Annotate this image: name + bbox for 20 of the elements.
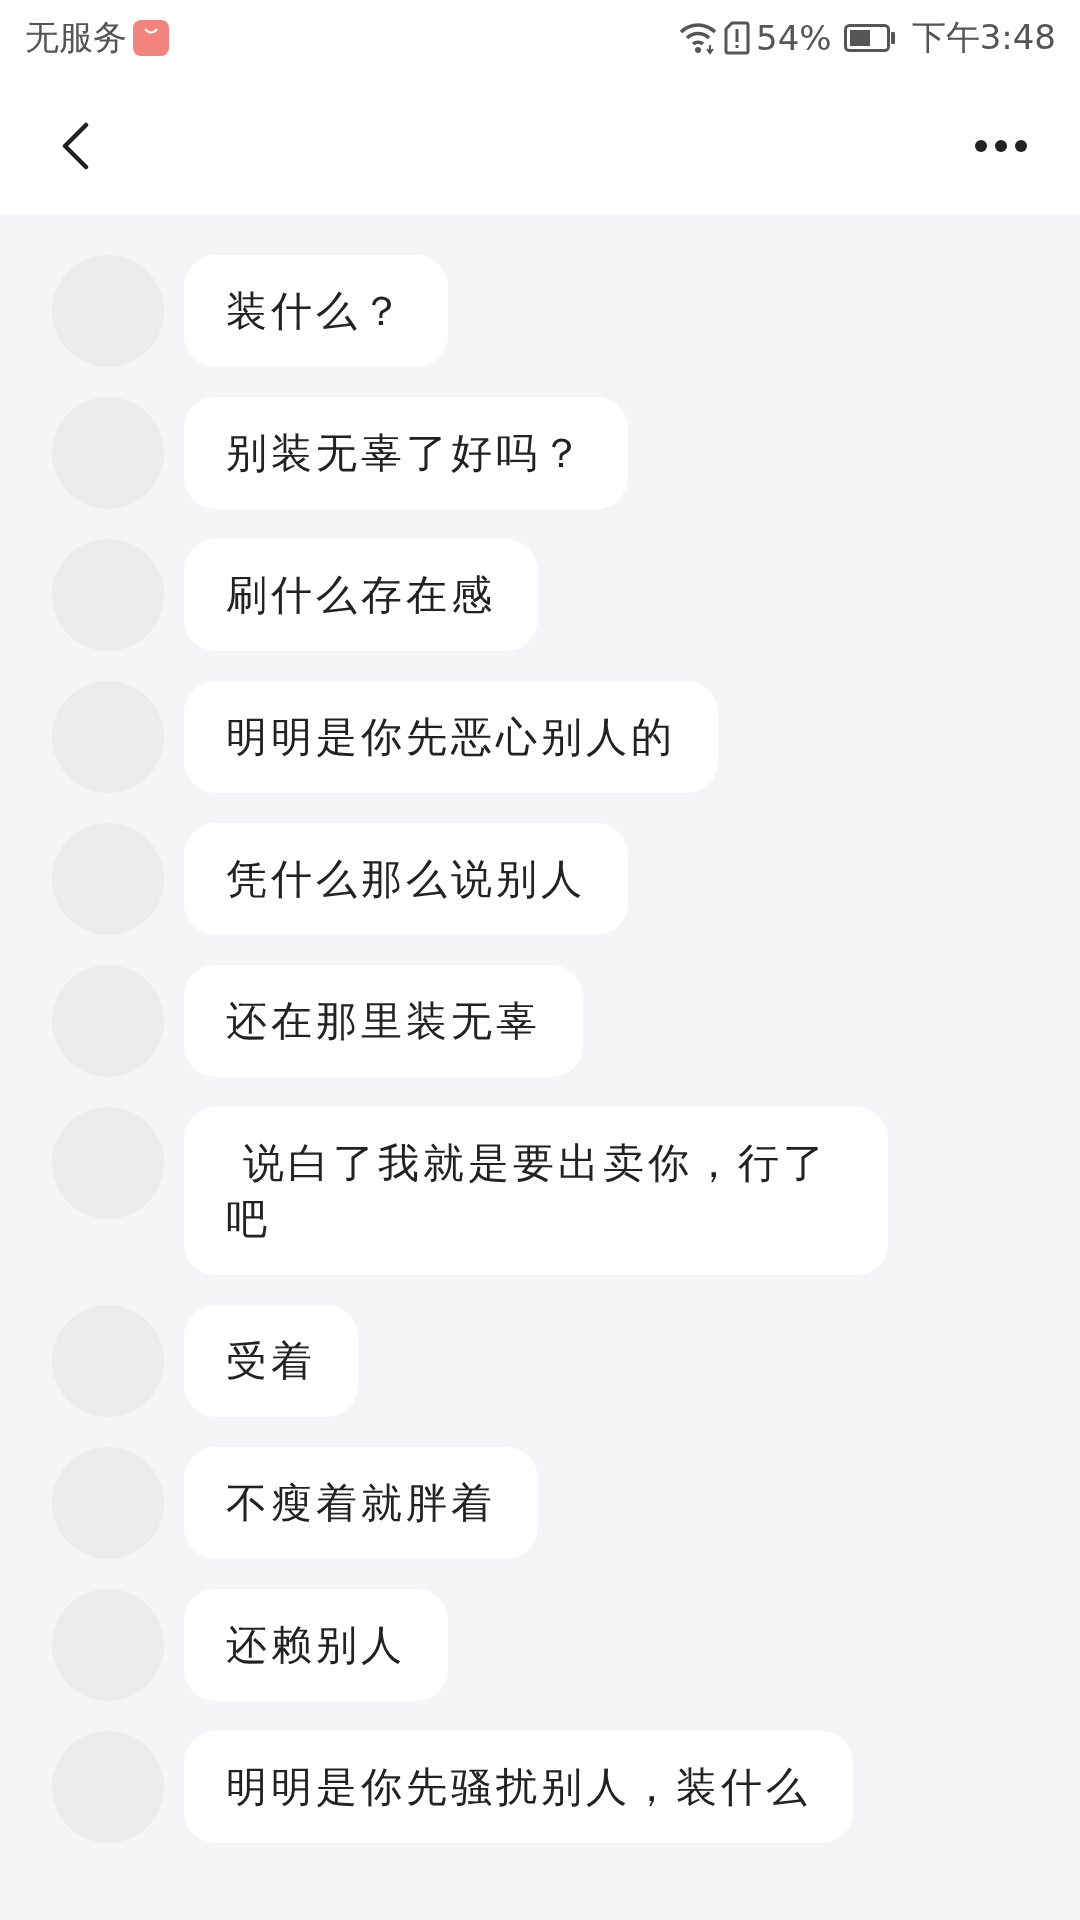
clock-time: 下午3:48 <box>911 16 1056 59</box>
message-bubble: 装什么？ <box>184 255 448 367</box>
message-bubble: 说白了我就是要出卖你，行了吧 <box>184 1107 888 1275</box>
message-bubble: 不瘦着就胖着 <box>184 1447 538 1559</box>
message-bubble: 明明是你先骚扰别人，装什么 <box>184 1731 853 1843</box>
message-bubble: 还在那里装无辜 <box>184 965 583 1077</box>
wifi-icon <box>678 21 719 55</box>
message-bubble: 凭什么那么说别人 <box>184 823 628 935</box>
message-bubble: 受着 <box>184 1305 358 1417</box>
battery-icon <box>843 24 896 52</box>
app-store-icon <box>133 20 169 56</box>
message-bubble: 刷什么存在感 <box>184 539 538 651</box>
message-bubble: 别装无辜了好吗？ <box>184 397 628 509</box>
battery-percent: 54% <box>756 18 832 58</box>
sim-alert-icon <box>724 21 751 55</box>
carrier-text: 无服务 <box>25 16 127 59</box>
back-icon[interactable] <box>60 121 90 170</box>
message-bubble: 还赖别人 <box>184 1589 448 1701</box>
more-icon[interactable] <box>974 138 1028 153</box>
message-bubble: 明明是你先恶心别人的 <box>184 681 718 793</box>
